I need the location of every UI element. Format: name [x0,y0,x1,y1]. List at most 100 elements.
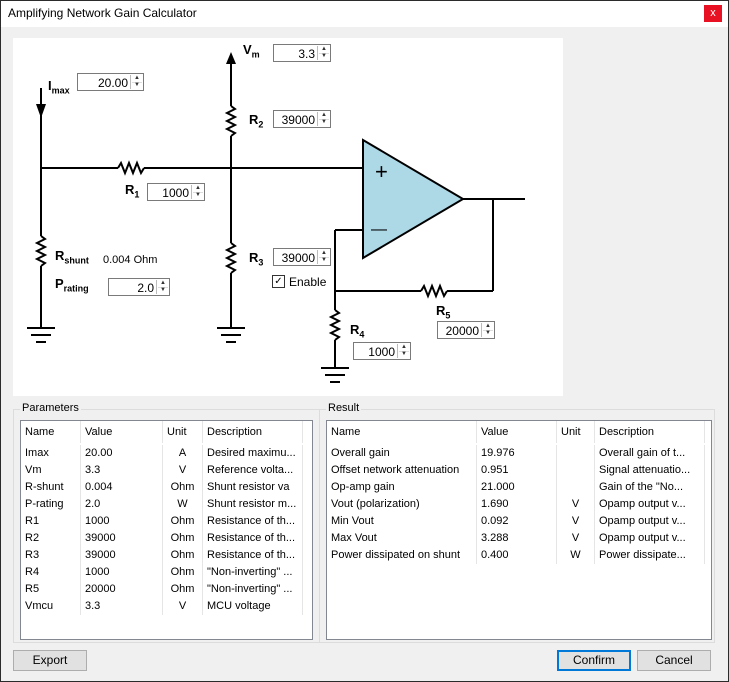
column-header[interactable]: Unit [163,421,203,443]
result-group: Result Name Value Unit Description Overall g… [319,402,715,643]
column-header[interactable]: Name [21,421,81,443]
table-cell: Imax [21,445,81,462]
imax-spinbox[interactable]: 20.00 ▲ ▼ [77,73,144,91]
vm-arrow [226,52,236,64]
table-cell: 0.092 [477,513,557,530]
table-cell: Ohm [163,581,203,598]
table-cell: Resistance of th... [203,513,303,530]
table-cell: R3 [21,547,81,564]
r5-label: R5 [436,303,451,321]
table-cell: Op-amp gain [327,479,477,496]
check-mark-icon: ✓ [274,276,283,287]
r2-spin-arrows[interactable]: ▲ ▼ [317,112,329,126]
table-cell [557,462,595,479]
r3-spinbox[interactable]: 39000 ▲ ▼ [273,248,331,266]
table-cell: "Non-inverting" ... [203,581,303,598]
table-cell [557,445,595,462]
enable-checkbox[interactable]: ✓ [272,275,285,288]
table-cell: Offset network attenuation [327,462,477,479]
r4-value: 1000 [368,345,395,359]
table-cell: Opamp output v... [595,530,705,547]
table-cell: Ohm [163,564,203,581]
table-cell: Power dissipated on shunt [327,547,477,564]
r4-resistor [328,309,342,341]
vm-spin-arrows[interactable]: ▲ ▼ [317,46,329,60]
table-cell: Max Vout [327,530,477,547]
column-header[interactable]: Description [203,421,303,443]
parameters-grid[interactable]: Name Value Unit Description Imax 20.00 A Desire… [20,420,313,640]
r3-spin-arrows[interactable]: ▲ ▼ [317,250,329,264]
table-cell: 1.690 [477,496,557,513]
circuit-diagram: + — Imax 20.00 ▲ ▼ Vm 3.3 ▲ ▼ R2 39000 ▲ ▼ … [13,38,563,396]
table-cell: Shunt resistor m... [203,496,303,513]
table-cell: "Non-inverting" ... [203,564,303,581]
table-cell: 3.3 [81,598,163,615]
table-cell: V [163,598,203,615]
column-header[interactable]: Unit [557,421,595,443]
table-cell: P-rating [21,496,81,513]
r2-resistor [224,105,238,137]
r1-value: 1000 [162,186,189,200]
r1-spin-arrows[interactable]: ▲ ▼ [191,185,203,199]
table-cell: V [163,462,203,479]
column-header[interactable]: Value [81,421,163,443]
result-grid[interactable]: Name Value Unit Description Overall gain 19.9… [326,420,712,640]
r4-spinbox[interactable]: 1000 ▲ ▼ [353,342,411,360]
table-cell: V [557,513,595,530]
parameters-group: Parameters Name Value Unit Description Imax 2… [13,402,320,643]
table-cell: Resistance of th... [203,547,303,564]
imax-value: 20.00 [97,76,128,90]
r1-resistor [117,160,145,176]
table-cell: Opamp output v... [595,496,705,513]
table-cell: 20.00 [81,445,163,462]
table-cell: 19.976 [477,445,557,462]
enable-label: Enable [289,275,327,289]
table-cell: Ohm [163,513,203,530]
column-header[interactable]: Name [327,421,477,443]
cancel-button[interactable]: Cancel [637,650,711,671]
table-cell: Ohm [163,547,203,564]
table-cell: Shunt resistor va [203,479,303,496]
r4-label: R4 [350,322,365,340]
prating-label: Prating [55,276,89,294]
export-button[interactable]: Export [13,650,87,671]
column-header[interactable]: Description [595,421,705,443]
parameters-title: Parameters [20,402,81,414]
table-cell [557,479,595,496]
r5-spinbox[interactable]: 20000 ▲ ▼ [437,321,495,339]
table-cell: R2 [21,530,81,547]
imax-arrow [36,104,46,118]
prating-spinbox[interactable]: 2.0 ▲ ▼ [108,278,170,296]
table-cell: Ohm [163,530,203,547]
table-cell: Reference volta... [203,462,303,479]
close-button[interactable]: x [704,5,722,22]
table-cell: Overall gain [327,445,477,462]
opamp-triangle [362,138,465,260]
r3-resistor [224,242,238,274]
column-header[interactable]: Value [477,421,557,443]
result-title: Result [326,402,362,414]
imax-spin-arrows[interactable]: ▲ ▼ [130,75,142,89]
r5-resistor [420,283,448,299]
confirm-button[interactable]: Confirm [557,650,631,671]
table-cell: Gain of the "No... [595,479,705,496]
table-cell: Min Vout [327,513,477,530]
r2-spinbox[interactable]: 39000 ▲ ▼ [273,110,331,128]
vm-spinbox[interactable]: 3.3 ▲ ▼ [273,44,331,62]
window-title: Amplifying Network Gain Calculator [8,6,197,20]
prating-spin-arrows[interactable]: ▲ ▼ [156,280,168,294]
table-cell: Opamp output v... [595,513,705,530]
title-bar: Amplifying Network Gain Calculator x [1,1,728,27]
r1-spinbox[interactable]: 1000 ▲ ▼ [147,183,205,201]
table-cell: 39000 [81,530,163,547]
table-cell: 21.000 [477,479,557,496]
r5-spin-arrows[interactable]: ▲ ▼ [481,323,493,337]
table-cell: 3.288 [477,530,557,547]
r4-spin-arrows[interactable]: ▲ ▼ [397,344,409,358]
table-cell: 2.0 [81,496,163,513]
table-cell: Desired maximu... [203,445,303,462]
table-cell: W [163,496,203,513]
r1-label: R1 [125,182,140,200]
table-cell: Ohm [163,479,203,496]
table-cell: Vm [21,462,81,479]
